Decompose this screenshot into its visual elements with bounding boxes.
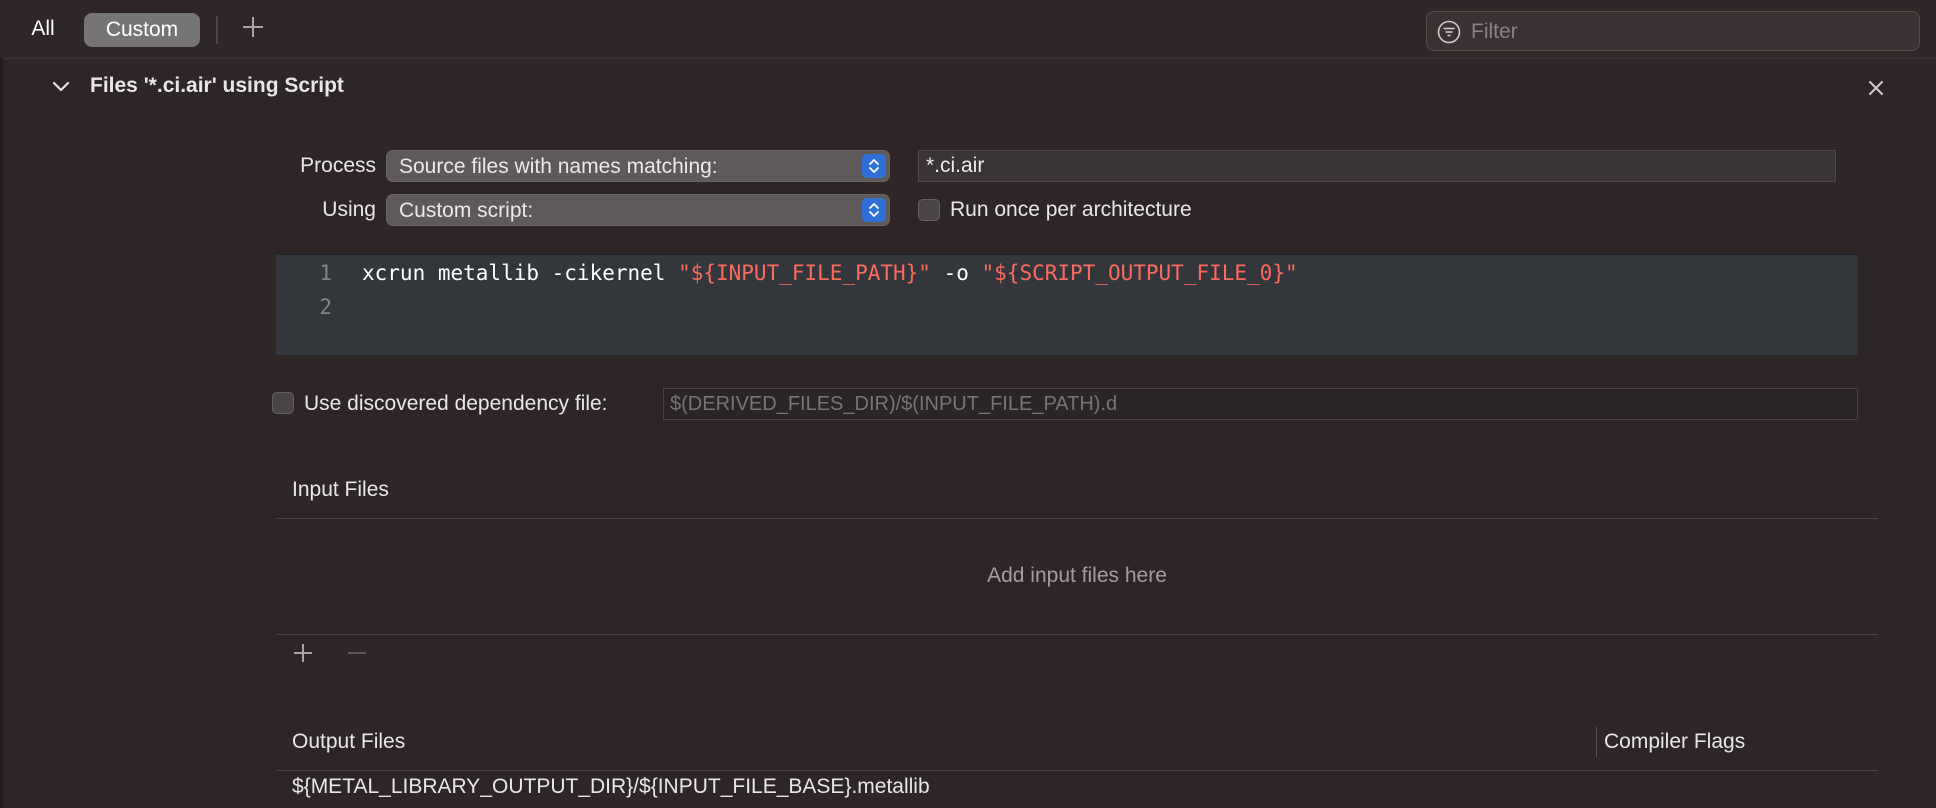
run-once-label: Run once per architecture xyxy=(950,198,1192,221)
minus-icon[interactable] xyxy=(342,638,372,668)
output-file-row[interactable]: ${METAL_LIBRARY_OUTPUT_DIR}/${INPUT_FILE… xyxy=(292,775,930,799)
output-files-title: Output Files xyxy=(292,730,406,753)
code-output-flag: -o xyxy=(930,261,982,285)
script-line: xcrun metallib -cikernel "${INPUT_FILE_P… xyxy=(362,261,1298,285)
toolbar-divider xyxy=(216,16,218,44)
input-files-title: Input Files xyxy=(292,478,389,501)
left-edge xyxy=(0,58,3,808)
chevron-down-icon[interactable] xyxy=(50,76,72,98)
divider xyxy=(276,770,1878,771)
dependency-field[interactable] xyxy=(663,388,1858,420)
using-popup-value: Custom script: xyxy=(399,199,534,222)
plus-icon[interactable] xyxy=(288,638,318,668)
dependency-checkbox[interactable] xyxy=(272,392,294,414)
input-files-empty-message: Add input files here xyxy=(987,564,1167,587)
code-command: xcrun metallib -cikernel xyxy=(362,261,679,285)
dependency-input[interactable] xyxy=(664,389,1857,419)
process-popup[interactable]: Source files with names matching: xyxy=(386,150,890,182)
divider xyxy=(276,634,1878,635)
code-output-arg: "${SCRIPT_OUTPUT_FILE_0}" xyxy=(981,261,1298,285)
rule-title: Files '*.ci.air' using Script xyxy=(90,74,344,97)
toolbar: All Custom xyxy=(0,0,1936,59)
column-divider xyxy=(1596,727,1597,757)
line-number: 1 xyxy=(319,261,332,285)
run-once-checkbox[interactable] xyxy=(918,199,940,221)
code-input-arg: "${INPUT_FILE_PATH}" xyxy=(678,261,931,285)
script-editor[interactable]: 1 2 xcrun metallib -cikernel "${INPUT_FI… xyxy=(276,254,1858,356)
divider xyxy=(276,518,1878,519)
filter-input[interactable] xyxy=(1469,16,1913,48)
process-popup-value: Source files with names matching: xyxy=(399,155,718,178)
using-label: Using xyxy=(322,198,376,221)
popup-arrows-icon xyxy=(862,154,886,178)
plus-icon[interactable] xyxy=(238,12,268,42)
dependency-label: Use discovered dependency file: xyxy=(304,392,608,415)
segment-custom[interactable]: Custom xyxy=(84,13,200,47)
line-number: 2 xyxy=(319,295,332,319)
process-label: Process xyxy=(300,154,376,177)
filter-field[interactable] xyxy=(1426,11,1920,51)
using-popup[interactable]: Custom script: xyxy=(386,194,890,226)
pattern-field[interactable] xyxy=(918,150,1836,182)
pattern-input[interactable] xyxy=(919,151,1835,181)
close-icon[interactable] xyxy=(1864,76,1888,100)
popup-arrows-icon xyxy=(862,198,886,222)
compiler-flags-header: Compiler Flags xyxy=(1604,730,1746,753)
filter-circle-icon xyxy=(1437,20,1461,44)
segment-all[interactable]: All xyxy=(22,13,64,45)
